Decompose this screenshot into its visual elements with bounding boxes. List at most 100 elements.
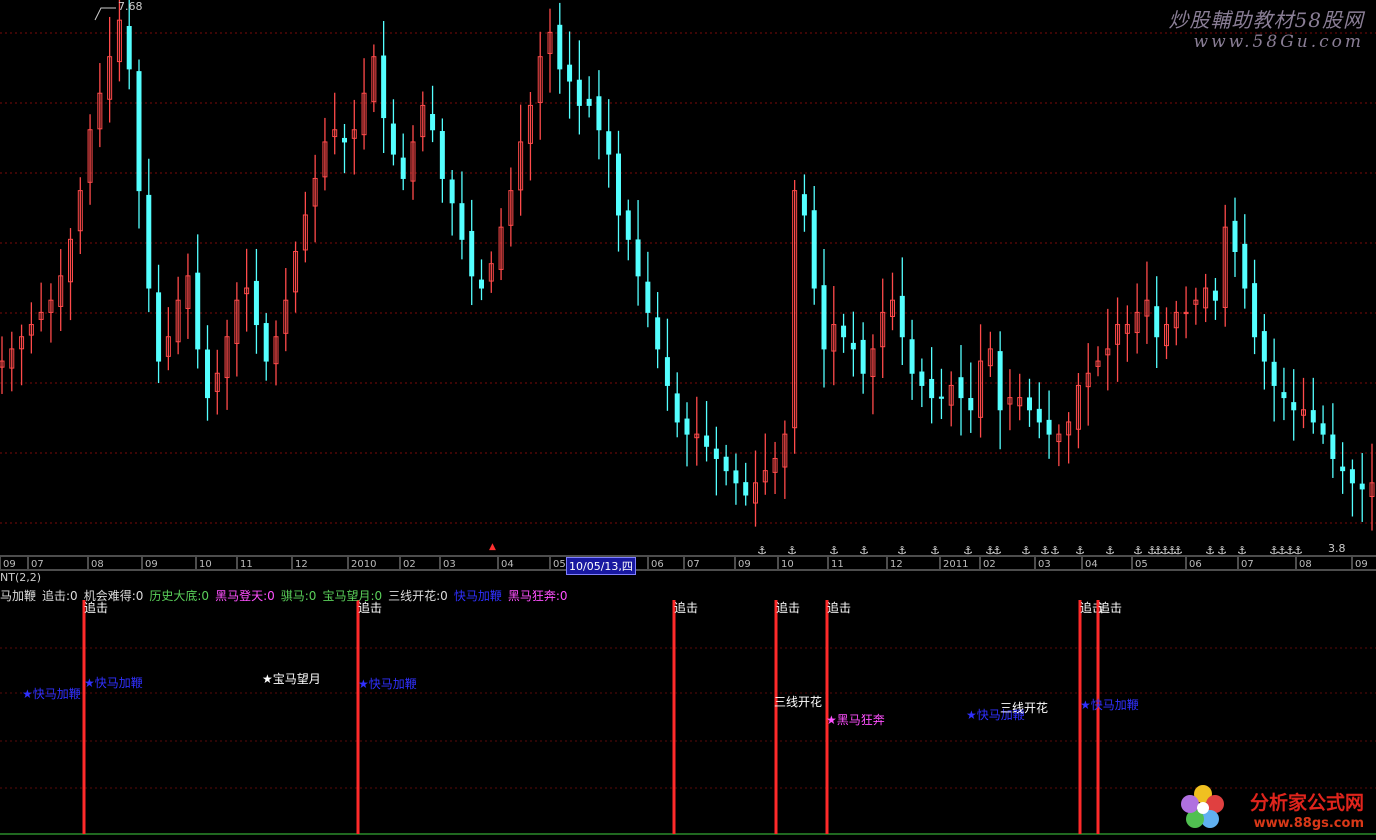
candle-body-48 — [469, 230, 475, 277]
candle-body-58 — [567, 64, 573, 82]
axis-label-13: 07 — [687, 559, 700, 570]
legend-item-9: 黑马狂奔:0 — [507, 589, 568, 603]
axis-label-1: 07 — [31, 559, 44, 570]
axis-label-7: 2010 — [351, 559, 376, 570]
candle-body-72 — [704, 435, 710, 447]
candle-body-129 — [1261, 331, 1267, 362]
watermark-title-bottom: 分析家公式网 — [1249, 792, 1364, 814]
signal-chase-label-4: 追击 — [827, 600, 851, 615]
legend-item-0: 马加鞭 — [0, 589, 37, 603]
axis-label-23: 06 — [1189, 559, 1202, 570]
candle-body-127 — [1242, 243, 1248, 289]
axis-label-25: 08 — [1299, 559, 1312, 570]
candlestick-series — [0, 0, 1375, 531]
candle-body-20 — [195, 272, 201, 350]
high-price-label: 7.68 — [118, 0, 143, 13]
candle-body-41 — [400, 157, 406, 179]
candle-body-14 — [136, 71, 142, 192]
candle-body-39 — [381, 55, 387, 119]
signal-bar-1 — [356, 600, 360, 834]
indicator-legend: 马加鞭 追击:0 机会难得:0 历史大底:0 黑马登天:0 骐马:0 宝马望月:0 三线开花:… — [0, 585, 574, 604]
candle-body-16 — [156, 292, 162, 362]
candle-body-107 — [1046, 419, 1052, 435]
candle-body-49 — [479, 279, 484, 289]
legend-item-5: 骐马:0 — [280, 589, 317, 603]
axis-label-10: 04 — [501, 559, 514, 570]
candle-body-137 — [1340, 466, 1346, 472]
legend-item-3: 历史大底:0 — [149, 589, 210, 603]
low-price-label: 3.8 — [1328, 542, 1346, 555]
signal-text-0: ★快马加鞭 — [22, 687, 81, 701]
candle-body-106 — [1036, 408, 1042, 423]
indicator-title: NT(2,2) — [0, 571, 42, 584]
signal-anchor-icon-22: ⚓ — [1237, 544, 1247, 557]
candle-body-26 — [253, 280, 259, 326]
axis-label-14: 09 — [738, 559, 751, 570]
signal-anchor-icon-12: ⚓ — [1075, 544, 1085, 557]
signal-anchor-icon-14: ⚓ — [1133, 544, 1143, 557]
candle-body-136 — [1330, 434, 1336, 459]
signal-anchor-icon-6: ⚓ — [963, 544, 973, 557]
candle-body-138 — [1349, 469, 1355, 484]
candle-body-95 — [929, 378, 935, 399]
signal-text-2: ★宝马望月 — [262, 672, 321, 686]
signal-anchor-icon-8: ⚓ — [992, 544, 1002, 557]
candle-body-63 — [616, 153, 621, 216]
candle-body-15 — [146, 194, 152, 289]
axis-label-21: 04 — [1085, 559, 1098, 570]
candle-body-75 — [733, 470, 739, 484]
signal-anchor-icon-3: ⚓ — [859, 544, 869, 557]
legend-item-1: 追击:0 — [42, 589, 78, 603]
candle-body-66 — [645, 281, 651, 313]
axis-label-17: 12 — [890, 559, 903, 570]
candle-body-134 — [1310, 410, 1316, 423]
red-signal-marker: ▲ — [489, 542, 496, 552]
candle-body-64 — [625, 210, 631, 240]
candle-body-13 — [126, 26, 132, 70]
signal-anchor-icon-4: ⚓ — [897, 544, 907, 557]
legend-item-8: 快马加鞭 — [453, 589, 502, 603]
axis-label-19: 02 — [983, 559, 996, 570]
time-axis: 09 07 08 09 10 11 12 2010 02 03 04 05 06 07 09 10 11 12 20… — [0, 544, 1376, 571]
candle-body-88 — [860, 339, 866, 374]
candle-body-59 — [576, 79, 582, 106]
signal-anchor-icon-11: ⚓ — [1050, 544, 1060, 557]
candle-body-46 — [449, 179, 455, 204]
signal-bar-2 — [672, 600, 676, 834]
candle-body-61 — [596, 96, 602, 131]
axis-label-6: 12 — [295, 559, 308, 570]
axis-label-3: 09 — [145, 559, 158, 570]
candle-body-93 — [909, 339, 915, 374]
candle-body-68 — [664, 357, 670, 386]
candle-body-27 — [263, 323, 269, 362]
axis-label-5: 11 — [240, 559, 253, 570]
candle-body-92 — [899, 295, 905, 338]
signal-bar-0 — [82, 600, 86, 834]
candle-body-44 — [430, 114, 436, 131]
flower-logo-icon — [1181, 785, 1224, 828]
candle-body-73 — [713, 448, 719, 459]
signal-anchor-icon-10: ⚓ — [1040, 544, 1050, 557]
chart-canvas: 09 07 08 09 10 11 12 2010 02 03 04 05 06 07 09 10 11 12 20… — [0, 0, 1376, 835]
signal-anchor-icon-9: ⚓ — [1021, 544, 1031, 557]
candle-body-139 — [1359, 483, 1365, 490]
signal-anchor-icon-2: ⚓ — [829, 544, 839, 557]
candle-body-67 — [655, 317, 661, 350]
candle-body-70 — [684, 418, 690, 435]
candle-body-118 — [1154, 306, 1160, 338]
axis-label-26: 09 — [1355, 559, 1368, 570]
candle-body-126 — [1232, 220, 1238, 253]
legend-item-6: 宝马望月:0 — [322, 589, 383, 603]
signal-chase-label-3: 追击 — [776, 600, 800, 615]
axis-label-2: 08 — [91, 559, 104, 570]
signal-anchor-icon-20: ⚓ — [1205, 544, 1215, 557]
watermark-url-bottom: www.88gs.com — [1253, 816, 1364, 831]
cursor-date-box[interactable]: 10/05/13,四 — [566, 557, 636, 575]
signal-bar-5 — [1078, 600, 1082, 834]
candle-body-45 — [439, 131, 445, 179]
candle-body-62 — [606, 131, 612, 155]
axis-label-0: 09 — [3, 559, 16, 570]
candle-body-74 — [723, 456, 729, 472]
axis-label-9: 03 — [443, 559, 456, 570]
candle-body-102 — [997, 351, 1003, 411]
